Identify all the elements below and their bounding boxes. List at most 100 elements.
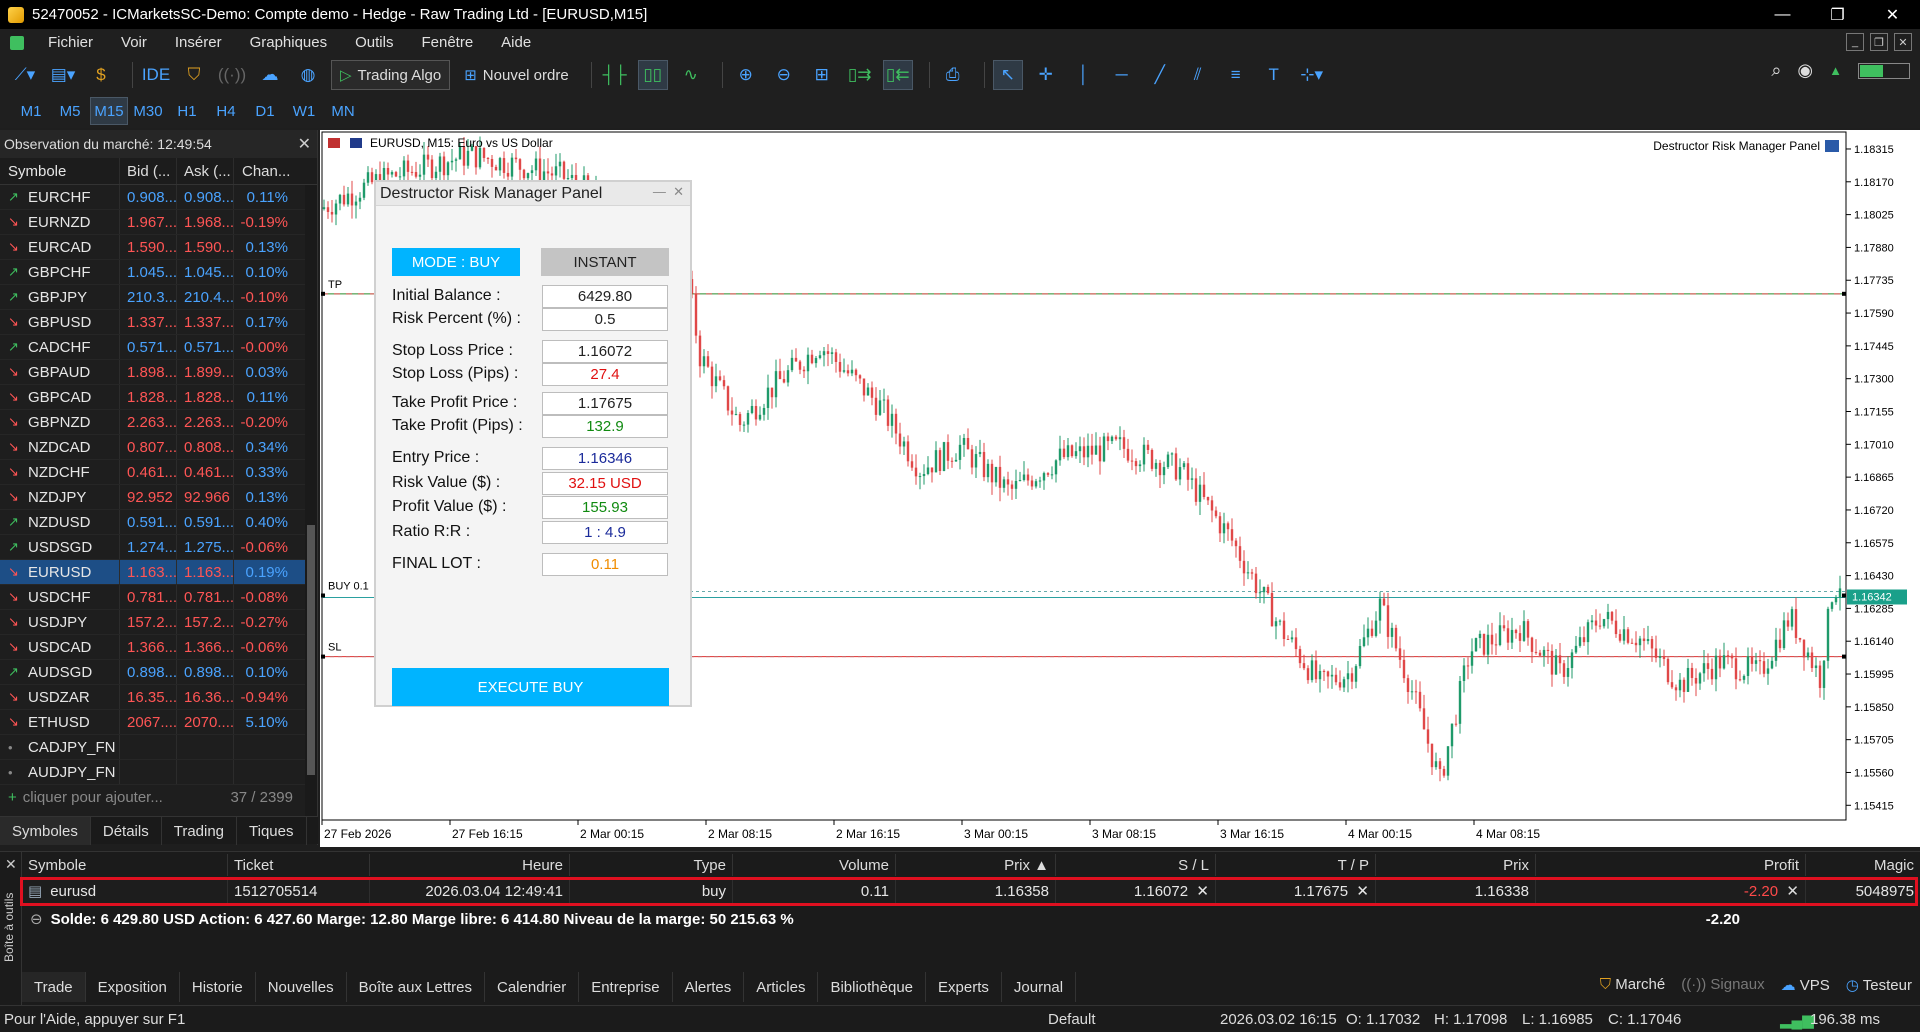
- collapse-icon[interactable]: ⊖: [30, 910, 43, 928]
- market-watch-row[interactable]: • CADJPY_FN: [0, 735, 317, 760]
- execute-buy-button[interactable]: EXECUTE BUY: [392, 668, 669, 706]
- menu-inserer[interactable]: Insérer: [161, 34, 236, 51]
- panel-field-value[interactable]: 1.16072: [542, 340, 668, 363]
- ide-button[interactable]: IDE: [141, 60, 171, 90]
- shapes-icon[interactable]: ⊹▾: [1297, 60, 1327, 90]
- globe-icon[interactable]: ◍: [293, 60, 323, 90]
- market-watch-row[interactable]: ↘ USDZAR 16.35... 16.36... -0.94%: [0, 685, 317, 710]
- menu-fenetre[interactable]: Fenêtre: [407, 34, 487, 51]
- level-handle[interactable]: [321, 593, 325, 598]
- signal-icon[interactable]: ((·)): [217, 60, 247, 90]
- market-link[interactable]: ⛉ Marché: [1600, 976, 1665, 994]
- mode-buy-button[interactable]: MODE : BUY: [392, 248, 520, 276]
- timeframe-w1[interactable]: W1: [285, 97, 323, 125]
- cloud-icon[interactable]: ☁: [255, 60, 285, 90]
- timeframe-mn[interactable]: MN: [324, 97, 362, 125]
- panel-field-value[interactable]: 6429.80: [542, 285, 668, 308]
- market-watch-row[interactable]: ↘ GBPAUD 1.898... 1.899... 0.03%: [0, 360, 317, 385]
- market-watch-row[interactable]: ↗ GBPCHF 1.045... 1.045... 0.10%: [0, 260, 317, 285]
- tab-journal[interactable]: Journal: [1002, 972, 1077, 1002]
- cursor-icon[interactable]: ↖: [992, 60, 1023, 90]
- tab-symboles[interactable]: Symboles: [0, 817, 91, 845]
- col-time[interactable]: Heure: [370, 854, 570, 876]
- tab-calendrier[interactable]: Calendrier: [485, 972, 580, 1002]
- tile-windows-icon[interactable]: ⊞: [807, 60, 837, 90]
- col-profit[interactable]: Profit: [1536, 854, 1806, 876]
- level-handle[interactable]: [1842, 593, 1846, 598]
- timeframe-m5[interactable]: M5: [51, 97, 89, 125]
- screenshot-icon[interactable]: ⎙: [938, 60, 968, 90]
- close-icon[interactable]: ✕: [5, 856, 17, 873]
- close-icon[interactable]: ✕: [298, 134, 311, 154]
- market-watch-row[interactable]: ↘ EURNZD 1.967... 1.968... -0.19%: [0, 210, 317, 235]
- market-watch-scrollbar[interactable]: [305, 185, 317, 825]
- add-symbol-row[interactable]: + cliquer pour ajouter... 37 / 2399: [0, 785, 317, 810]
- line-chart-icon[interactable]: ∿: [676, 60, 706, 90]
- col-volume[interactable]: Volume: [733, 854, 896, 876]
- new-order-button[interactable]: ⊞ Nouvel ordre: [458, 60, 574, 90]
- timeframe-m30[interactable]: M30: [129, 97, 167, 125]
- zoom-in-icon[interactable]: ⊕: [731, 60, 761, 90]
- status-ping[interactable]: 196.38 ms: [1810, 1011, 1880, 1028]
- algo-trading-button[interactable]: ▷ Trading Algo: [331, 60, 451, 90]
- channel-icon[interactable]: ⫽: [1183, 60, 1213, 90]
- mdi-restore-button[interactable]: ❐: [1870, 33, 1888, 51]
- market-bag-icon[interactable]: ⛉: [179, 60, 209, 90]
- market-watch-row[interactable]: ↘ NZDJPY 92.952 92.966 0.13%: [0, 485, 317, 510]
- tab-exposition[interactable]: Exposition: [86, 972, 180, 1002]
- minimize-button[interactable]: —: [1755, 0, 1810, 29]
- market-watch-row[interactable]: ↗ EURCHF 0.908... 0.908... 0.11%: [0, 185, 317, 210]
- col-current-price[interactable]: Prix: [1376, 854, 1536, 876]
- column-ask[interactable]: Ask (...: [177, 158, 234, 184]
- tab-alertes[interactable]: Alertes: [673, 972, 745, 1002]
- tab-bibliotheque[interactable]: Bibliothèque: [818, 972, 927, 1002]
- timeframe-h4[interactable]: H4: [207, 97, 245, 125]
- market-watch-row[interactable]: ↘ ETHUSD 2067.... 2070.... 5.10%: [0, 710, 317, 735]
- market-watch-row[interactable]: ↘ NZDCAD 0.807... 0.808... 0.34%: [0, 435, 317, 460]
- panel-title-bar[interactable]: Destructor Risk Manager Panel — ✕: [376, 182, 690, 206]
- candlestick-icon[interactable]: ▯▯: [637, 60, 668, 90]
- dollar-icon[interactable]: $: [86, 60, 116, 90]
- menu-graphiques[interactable]: Graphiques: [236, 34, 342, 51]
- crosshair-icon[interactable]: ✛: [1031, 60, 1061, 90]
- market-watch-row[interactable]: ↘ GBPNZD 2.263... 2.263... -0.20%: [0, 410, 317, 435]
- market-watch-row[interactable]: ↘ GBPCAD 1.828... 1.828... 0.11%: [0, 385, 317, 410]
- timeframe-m1[interactable]: M1: [12, 97, 50, 125]
- mdi-close-button[interactable]: ✕: [1894, 33, 1912, 51]
- vps-link[interactable]: ☁ VPS: [1781, 976, 1830, 994]
- signals-link[interactable]: ((·)) Signaux: [1681, 976, 1764, 994]
- market-watch-row[interactable]: ↘ USDCHF 0.781... 0.781... -0.08%: [0, 585, 317, 610]
- market-watch-row[interactable]: ↘ GBPUSD 1.337... 1.337... 0.17%: [0, 310, 317, 335]
- col-ticket[interactable]: Ticket: [228, 854, 370, 876]
- level-handle[interactable]: [321, 291, 325, 296]
- menu-outils[interactable]: Outils: [341, 34, 407, 51]
- market-watch-row[interactable]: ↗ GBPJPY 210.3... 210.4... -0.10%: [0, 285, 317, 310]
- tab-trade[interactable]: Trade: [22, 972, 86, 1002]
- panel-minimize-close-icon[interactable]: — ✕: [653, 184, 684, 200]
- col-price[interactable]: Prix ▲: [896, 854, 1056, 876]
- market-watch-row[interactable]: ↘ EURCAD 1.590... 1.590... 0.13%: [0, 235, 317, 260]
- market-watch-row[interactable]: ↗ NZDUSD 0.591... 0.591... 0.40%: [0, 510, 317, 535]
- search-icon[interactable]: ⌕: [1771, 60, 1781, 81]
- tab-nouvelles[interactable]: Nouvelles: [256, 972, 347, 1002]
- chart-shift-icon[interactable]: ▯⇇: [882, 60, 913, 90]
- column-symbol[interactable]: Symbole: [0, 158, 120, 184]
- market-watch-row[interactable]: ↗ USDSGD 1.274... 1.275... -0.06%: [0, 535, 317, 560]
- column-bid[interactable]: Bid (...: [120, 158, 177, 184]
- market-watch-row[interactable]: ↘ EURUSD 1.163... 1.163... 0.19%: [0, 560, 317, 585]
- tester-link[interactable]: ◷ Testeur: [1846, 976, 1912, 994]
- vertical-line-icon[interactable]: │: [1069, 60, 1099, 90]
- col-symbol[interactable]: Symbole: [22, 854, 228, 876]
- market-watch-row[interactable]: ↗ CADCHF 0.571... 0.571... -0.00%: [0, 335, 317, 360]
- status-profile[interactable]: Default: [1048, 1011, 1096, 1028]
- tab-trading[interactable]: Trading: [162, 817, 238, 845]
- level-handle[interactable]: [1842, 291, 1846, 296]
- market-watch-row[interactable]: ↘ USDCAD 1.366... 1.366... -0.06%: [0, 635, 317, 660]
- market-watch-row[interactable]: ↘ NZDCHF 0.461... 0.461... 0.33%: [0, 460, 317, 485]
- tab-entreprise[interactable]: Entreprise: [579, 972, 673, 1002]
- panel-field-value[interactable]: 0.5: [542, 308, 668, 331]
- menu-fichier[interactable]: Fichier: [34, 34, 107, 51]
- col-magic[interactable]: Magic: [1806, 854, 1920, 876]
- timeframe-m15[interactable]: M15: [90, 97, 128, 125]
- level-handle[interactable]: [1842, 654, 1846, 659]
